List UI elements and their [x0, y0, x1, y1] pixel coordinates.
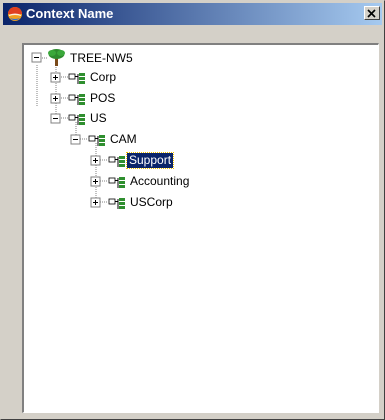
uscorp-expand-toggle[interactable]: [90, 197, 101, 208]
context-tree[interactable]: TREE-NW5 Corp POS US CAM Support Account…: [22, 43, 379, 413]
tree-node-accounting[interactable]: Accounting: [128, 174, 191, 189]
cam-collapse-toggle[interactable]: [70, 134, 81, 145]
window-title: Context Name: [26, 6, 114, 21]
org-unit-icon: [108, 177, 125, 188]
org-unit-icon: [108, 156, 125, 167]
corp-expand-toggle[interactable]: [50, 72, 61, 83]
tree-node-tree-nw5[interactable]: TREE-NW5: [68, 51, 135, 66]
tree-node-support[interactable]: Support: [125, 152, 175, 169]
tree-node-us[interactable]: US: [88, 111, 109, 126]
org-unit-icon: [88, 135, 105, 146]
tree-node-cam[interactable]: CAM: [108, 132, 139, 147]
pos-expand-toggle[interactable]: [50, 93, 61, 104]
close-icon: [367, 9, 376, 18]
close-button[interactable]: [364, 6, 380, 20]
org-unit-icon: [68, 94, 85, 105]
tree-node-corp[interactable]: Corp: [88, 70, 118, 85]
accounting-expand-toggle[interactable]: [90, 176, 101, 187]
title-bar[interactable]: Context Name: [3, 3, 382, 25]
globe-icon: [7, 6, 23, 22]
us-collapse-toggle[interactable]: [50, 113, 61, 124]
org-unit-icon: [108, 198, 125, 209]
tree-node-uscorp[interactable]: USCorp: [128, 195, 175, 210]
support-expand-toggle[interactable]: [90, 155, 101, 166]
root-collapse-toggle[interactable]: [31, 52, 42, 63]
org-unit-icon: [68, 114, 85, 125]
tree-icon: [48, 49, 65, 66]
tree-node-pos[interactable]: POS: [88, 91, 117, 106]
org-unit-icon: [68, 73, 85, 84]
context-name-window: Context Name TREE-NW5 Corp POS US CAM Su…: [0, 0, 385, 420]
